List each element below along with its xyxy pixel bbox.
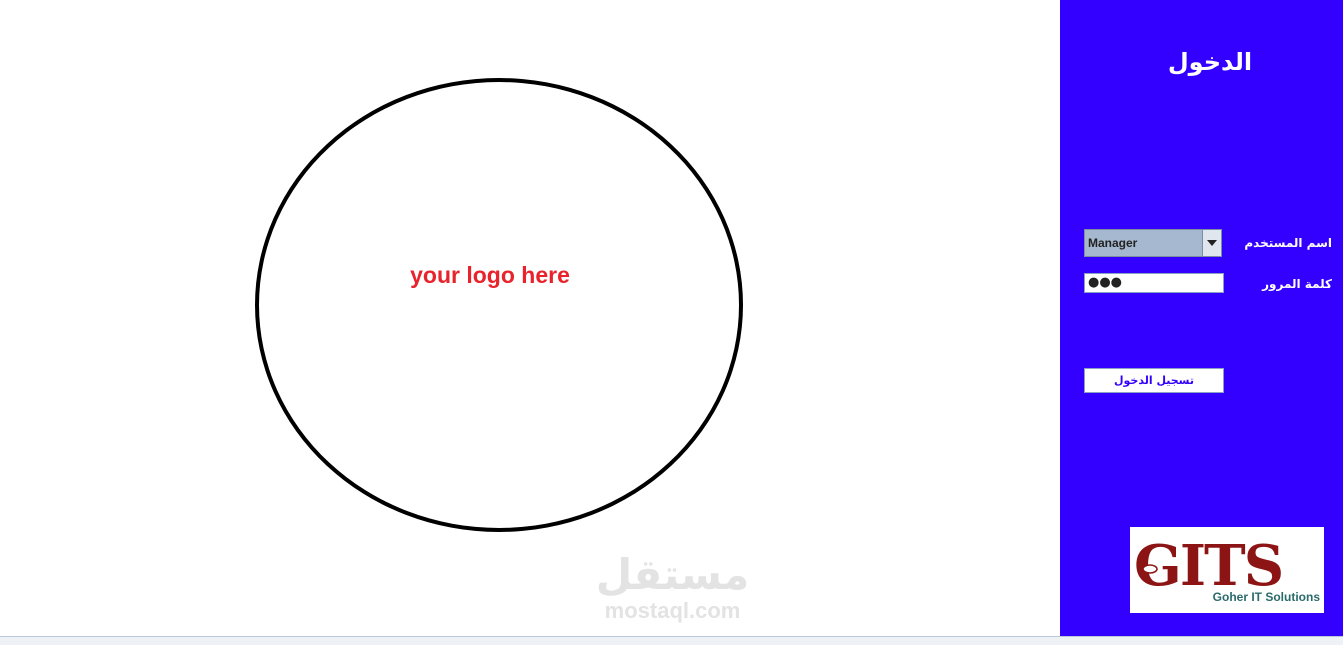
watermark-arabic: مستقل <box>595 550 750 599</box>
logo-area: your logo here مستقل mostaql.com <box>0 0 1060 636</box>
username-selected-value: Manager <box>1088 236 1138 250</box>
logo-placeholder-text: your logo here <box>410 262 570 288</box>
username-label: اسم المستخدم <box>1244 236 1332 250</box>
password-masked-value: ●●● <box>1088 275 1123 290</box>
logo-placeholder-circle <box>255 78 743 532</box>
password-label: كلمة المرور <box>1262 277 1332 291</box>
username-dropdown[interactable]: Manager <box>1084 229 1222 257</box>
bottom-status-bar <box>0 636 1343 645</box>
login-panel: الدخول اسم المستخدم Manager كلمة المرور … <box>1060 0 1343 636</box>
password-field[interactable]: ●●● <box>1084 273 1224 293</box>
watermark: مستقل mostaql.com <box>585 552 760 624</box>
login-button[interactable]: تسجيل الدخول <box>1084 368 1224 393</box>
brand-logo: GITS Goher IT Solutions <box>1130 527 1324 613</box>
chevron-down-icon <box>1207 240 1217 246</box>
brand-tagline: Goher IT Solutions <box>1212 590 1320 604</box>
dropdown-toggle-button[interactable] <box>1202 230 1221 256</box>
login-window: your logo here مستقل mostaql.com الدخول … <box>0 0 1343 645</box>
watermark-english: mostaql.com <box>604 598 741 623</box>
login-title: الدخول <box>1167 48 1253 76</box>
